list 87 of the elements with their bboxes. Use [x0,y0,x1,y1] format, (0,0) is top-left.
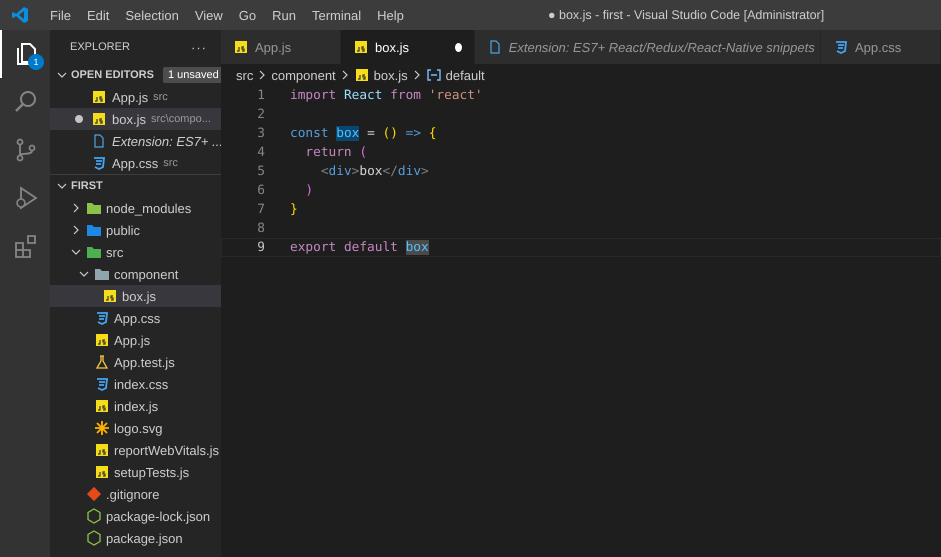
menu-item[interactable]: Run [264,8,304,22]
folder-icon [94,266,110,282]
open-editor-item[interactable]: Extension: ES7+ ... [50,130,221,152]
unsaved-badge: 1 unsaved [162,67,221,83]
unsaved-dot-icon [454,42,462,52]
hexagon-icon [86,508,102,524]
file-tree-item[interactable]: component [50,263,221,285]
breadcrumb-item[interactable]: default [426,67,485,83]
line-number: 3 [256,126,265,141]
line-number: 4 [256,145,265,160]
js-file-icon [94,332,110,348]
code-line: import React from 'react' [290,88,483,103]
editor-tab[interactable]: App.js [221,30,341,64]
line-number: 7 [256,202,265,217]
code-line: ) [304,183,314,198]
file-tree-item[interactable]: package-lock.json [50,505,221,527]
file-tree-item[interactable]: App.js [50,329,221,351]
file-tree-item[interactable]: App.css [50,307,221,329]
js-file-icon [94,442,110,458]
file-tree-item[interactable]: reportWebVitals.js [50,439,221,461]
open-editor-item[interactable]: App.js src [50,86,221,108]
js-file-icon [233,39,249,55]
hexagon-icon [86,530,102,546]
file-tree-item[interactable]: setupTests.js [50,461,221,483]
file-tree-item[interactable]: logo.svg [50,417,221,439]
code-line: const box = () => { [290,126,436,141]
js-file-icon [353,39,369,55]
file-tree-item[interactable]: index.js [50,395,221,417]
editor-tab[interactable]: App.css [821,30,941,64]
menu-item[interactable]: File [42,8,79,22]
css-file-icon [833,39,849,55]
window-title: ● box.js - first - Visual Studio Code [Administrator] [548,8,824,22]
open-editor-item[interactable]: App.css src [50,152,221,174]
section-header[interactable]: OPEN EDITORS [71,69,154,81]
section-header[interactable]: FIRST [71,180,103,192]
debug-icon [13,185,39,211]
js-file-icon [94,464,110,480]
file-tree-item[interactable]: index.css [50,373,221,395]
line-number: 8 [256,221,265,236]
menu-item[interactable]: Edit [78,8,118,22]
flask-icon [94,354,110,370]
file-tree-item[interactable]: box.js [50,285,221,307]
folder-icon [86,244,102,260]
editor-tab[interactable]: Extension: ES7+ React/Redux/React-Native snippets [474,30,821,64]
symbol-icon [426,67,442,83]
folder-icon [86,222,102,238]
js-file-icon [354,67,370,83]
line-number: 1 [256,88,265,103]
line-number: 2 [256,107,265,122]
menu-item[interactable]: Terminal [304,8,370,22]
app-logo-icon [11,6,29,24]
breadcrumb-item[interactable]: src [236,68,254,82]
editor-tab[interactable]: box.js [341,30,475,64]
js-file-icon [91,89,107,105]
unsaved-dot-icon [75,115,83,123]
file-tree-item[interactable]: .gitignore [50,483,221,505]
code-line: return ( [304,145,368,160]
more-actions-button[interactable]: ··· [191,40,207,54]
line-number: 9 [256,240,265,255]
star-icon [94,420,110,436]
menu-item[interactable]: Go [230,8,264,22]
breadcrumb-item[interactable]: component [271,68,336,82]
css-file-icon [94,310,110,326]
menu-item[interactable]: Selection [117,8,187,22]
extensions-icon [13,233,39,259]
line-number: 5 [256,164,265,179]
file-tree-item[interactable]: App.test.js [50,351,221,373]
file-tree-item[interactable]: node_modules [50,197,221,219]
js-file-icon [91,111,107,127]
menu-item[interactable]: Help [369,8,412,22]
open-editor-item[interactable]: box.js src\compo... [50,108,221,130]
js-file-icon [94,398,110,414]
css-file-icon [91,155,107,171]
code-line: export default box [290,240,429,255]
folder-icon [86,200,102,216]
notification-badge: 1 [28,54,44,70]
sidebar-title: EXPLORER [70,41,130,53]
breadcrumb-item[interactable]: box.js [354,67,408,83]
css-file-icon [94,376,110,392]
menu-item[interactable]: View [186,8,231,22]
code-line: } [290,202,298,217]
code-line: <div>box</div> [320,164,429,179]
file-tree-item[interactable]: src [50,241,221,263]
file-tree-item[interactable]: package.json [50,527,221,549]
line-number: 6 [256,183,265,198]
file-tree-item[interactable]: public [50,219,221,241]
js-file-icon [102,288,118,304]
